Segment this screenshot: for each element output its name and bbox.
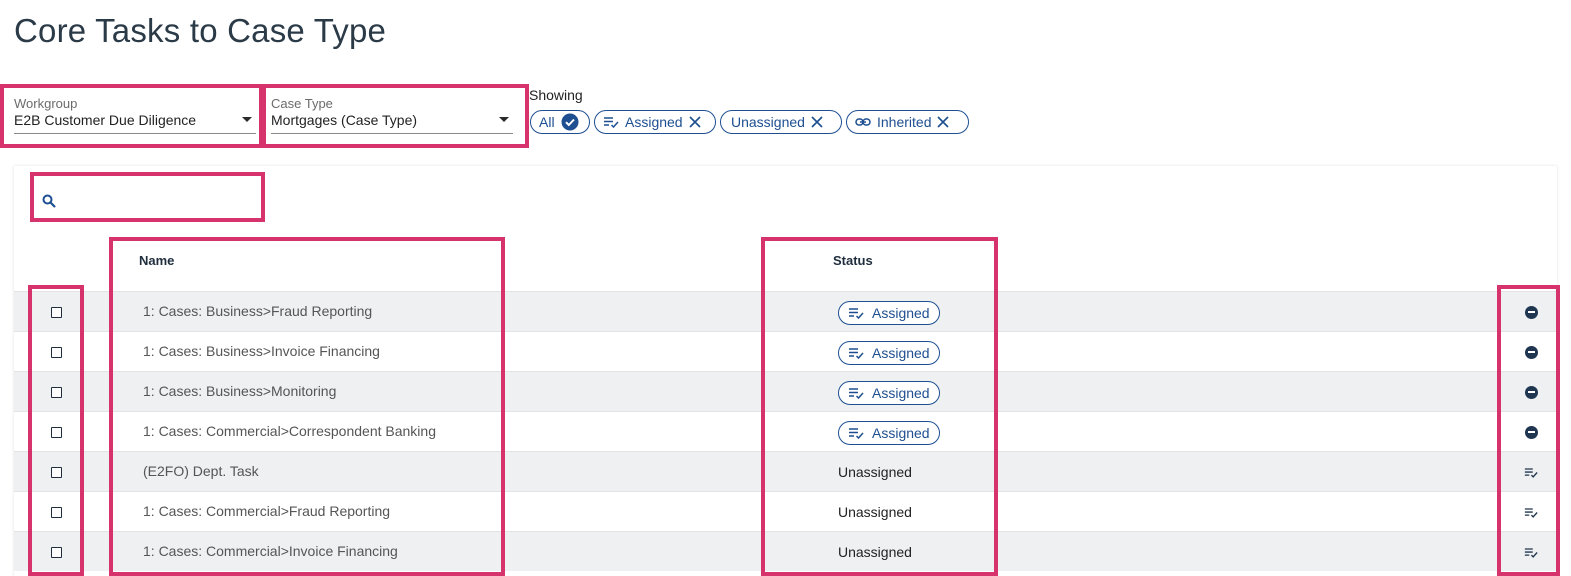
task-name: 1: Cases: Commercial>Fraud Reporting xyxy=(143,503,391,519)
task-name: 1: Cases: Commercial>Correspondent Banki… xyxy=(143,423,436,439)
assign-icon[interactable] xyxy=(1524,465,1538,479)
task-name: 1: Cases: Business>Fraud Reporting xyxy=(143,303,373,319)
task-name: 1: Cases: Business>Monitoring xyxy=(143,383,337,399)
case-type-label: Case Type xyxy=(271,96,333,111)
assign-icon[interactable] xyxy=(1524,545,1538,559)
status-badge: Assigned xyxy=(838,301,940,325)
status-badge: Assigned xyxy=(838,381,940,405)
table-row: 1: Cases: Business>Monitoring Assigned xyxy=(14,371,1557,411)
link-icon xyxy=(855,117,871,127)
table-row: 1: Cases: Business>Invoice Financing Ass… xyxy=(14,331,1557,371)
search-input[interactable] xyxy=(34,177,261,219)
workgroup-value: E2B Customer Due Diligence xyxy=(14,112,197,128)
case-type-value: Mortgages (Case Type) xyxy=(271,112,418,128)
assigned-list-icon xyxy=(849,388,864,399)
remove-icon[interactable] xyxy=(1524,305,1538,319)
status-text: Unassigned xyxy=(838,504,912,520)
remove-icon[interactable] xyxy=(1524,425,1538,439)
status-text: Unassigned xyxy=(838,464,912,480)
filter-chip-assigned[interactable]: Assigned xyxy=(594,110,716,134)
workgroup-label: Workgroup xyxy=(14,96,78,111)
row-checkbox[interactable] xyxy=(51,307,62,318)
remove-icon[interactable] xyxy=(1524,385,1538,399)
status-text: Unassigned xyxy=(838,544,912,560)
task-name: (E2FO) Dept. Task xyxy=(143,463,259,479)
chevron-down-icon xyxy=(499,117,509,122)
task-name: 1: Cases: Business>Invoice Financing xyxy=(143,343,380,359)
assigned-list-icon xyxy=(849,348,864,359)
row-checkbox[interactable] xyxy=(51,387,62,398)
assigned-list-icon xyxy=(603,116,619,128)
column-header-status[interactable]: Status xyxy=(833,253,873,268)
assigned-list-icon xyxy=(849,428,864,439)
close-icon[interactable] xyxy=(689,116,701,128)
page-title: Core Tasks to Case Type xyxy=(14,12,387,49)
chevron-down-icon xyxy=(242,117,252,122)
status-badge: Assigned xyxy=(838,341,940,365)
table-row: 1: Cases: Commercial>Correspondent Banki… xyxy=(14,411,1557,451)
task-name: 1: Cases: Commercial>Invoice Financing xyxy=(143,543,398,559)
close-icon[interactable] xyxy=(937,116,950,128)
case-type-select[interactable]: Case Type Mortgages (Case Type) xyxy=(271,96,513,134)
column-header-name[interactable]: Name xyxy=(139,253,174,268)
filter-chip-all[interactable]: All xyxy=(530,110,590,134)
row-checkbox[interactable] xyxy=(51,347,62,358)
table-row: (E2FO) Dept. Task Unassigned xyxy=(14,451,1557,491)
filter-chip-unassigned[interactable]: Unassigned xyxy=(720,110,842,134)
status-badge: Assigned xyxy=(838,421,940,445)
table-row: 1: Cases: Commercial>Invoice Financing U… xyxy=(14,531,1557,571)
assign-icon[interactable] xyxy=(1524,505,1538,519)
workgroup-select[interactable]: Workgroup E2B Customer Due Diligence xyxy=(14,96,256,134)
search-icon xyxy=(42,193,56,212)
remove-icon[interactable] xyxy=(1524,345,1538,359)
filter-chip-inherited[interactable]: Inherited xyxy=(846,110,969,134)
assigned-list-icon xyxy=(849,308,864,319)
row-checkbox[interactable] xyxy=(51,547,62,558)
row-checkbox[interactable] xyxy=(51,507,62,518)
check-circle-icon xyxy=(561,113,579,131)
close-icon[interactable] xyxy=(811,116,823,128)
showing-label: Showing xyxy=(529,87,583,103)
table-row: 1: Cases: Commercial>Fraud Reporting Una… xyxy=(14,491,1557,531)
row-checkbox[interactable] xyxy=(51,427,62,438)
table-row: 1: Cases: Business>Fraud Reporting Assig… xyxy=(14,291,1557,331)
row-checkbox[interactable] xyxy=(51,467,62,478)
